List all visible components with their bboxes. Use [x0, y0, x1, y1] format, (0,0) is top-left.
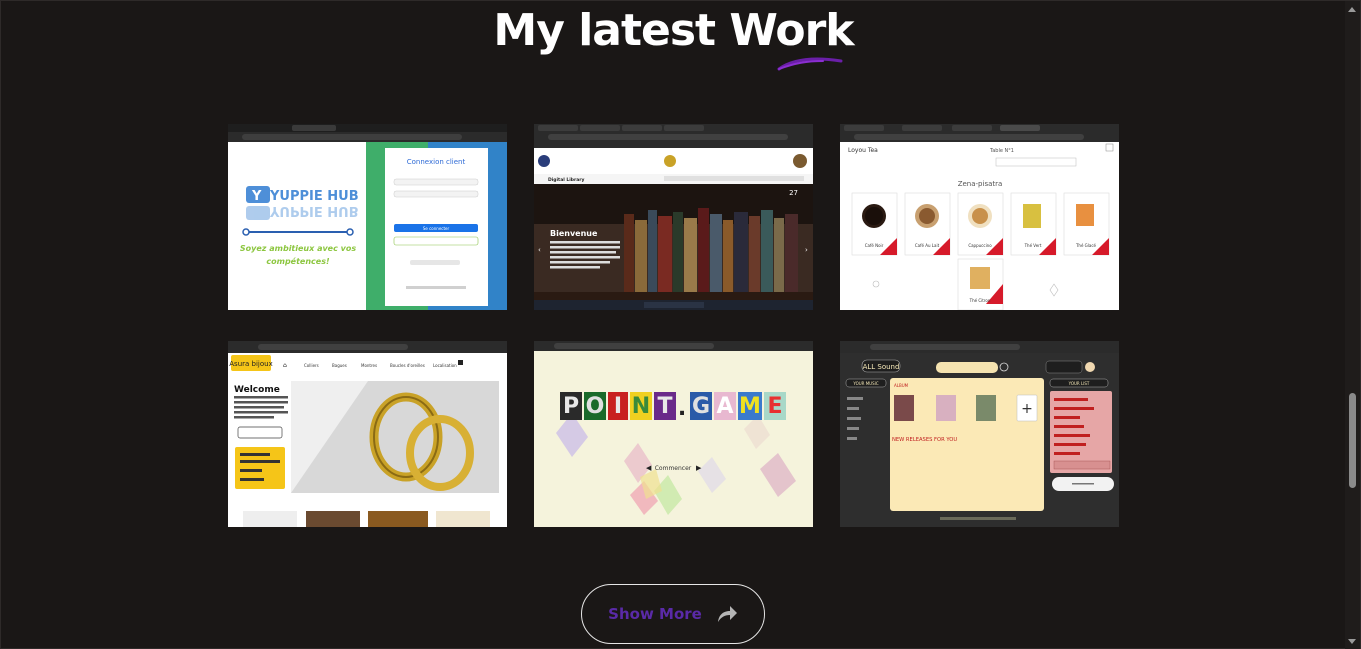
svg-text:Thé Vert: Thé Vert: [1024, 243, 1042, 248]
svg-text:⌂: ⌂: [283, 362, 287, 369]
svg-text:N: N: [632, 394, 650, 419]
yuppie-hub-screenshot: Connexion client Se connecter Y YUPPIE H…: [228, 124, 507, 310]
svg-text:Montres: Montres: [361, 363, 377, 368]
svg-text:Thé Glacé: Thé Glacé: [1075, 243, 1097, 248]
project-card-digital-library[interactable]: Digital Library Bienvenue 27 ‹ ›: [534, 124, 813, 310]
section-title: My latest Work: [493, 5, 854, 56]
svg-text:A: A: [716, 394, 733, 419]
svg-text:I: I: [614, 394, 622, 419]
svg-text:Localisation: Localisation: [433, 363, 457, 368]
show-more-label: Show More: [608, 605, 702, 623]
portfolio-page: My latest Work Connexion client Se conne…: [0, 0, 1361, 649]
svg-text:Colliers: Colliers: [304, 363, 319, 368]
svg-text:Bagues: Bagues: [332, 363, 347, 368]
point-game-logo: P O I N T . G A M E: [560, 392, 786, 421]
svg-text:Café Noir: Café Noir: [865, 243, 884, 248]
scroll-down-arrow-icon[interactable]: [1348, 639, 1356, 644]
svg-text:Loyou Tea: Loyou Tea: [848, 147, 878, 154]
svg-text:YUPPIE HUB: YUPPIE HUB: [269, 203, 359, 218]
all-sound-brand: ALL Sound: [863, 363, 900, 371]
digital-library-screenshot: Digital Library Bienvenue 27 ‹ ›: [534, 124, 813, 310]
svg-text:ALBUM: ALBUM: [894, 383, 909, 388]
svg-text:Thé Citron: Thé Citron: [969, 298, 991, 303]
svg-text:Cappuccino: Cappuccino: [968, 243, 992, 248]
point-game-start: Commencer: [655, 465, 692, 472]
project-card-all-sound[interactable]: ALL Sound YOUR MUSIC ALBUM + NEW RELEASE…: [840, 341, 1119, 527]
title-underline-decoration: [777, 57, 843, 71]
digital-library-hero-title: Bienvenue: [550, 229, 598, 238]
svg-text:›: ›: [805, 246, 808, 254]
asura-heading: Welcome: [234, 385, 280, 395]
svg-text:Table N°1: Table N°1: [989, 148, 1014, 154]
all-sound-banner: NEW RELEASES FOR YOU: [892, 437, 957, 443]
zena-pisatra-brand: Zena-pisatra: [958, 180, 1003, 188]
svg-text:+: +: [1021, 401, 1033, 417]
svg-text:‹: ‹: [538, 246, 541, 254]
show-more-button[interactable]: Show More: [581, 584, 765, 644]
svg-text:P: P: [563, 394, 579, 419]
zena-pisatra-screenshot: Loyou Tea Table N°1 Zena-pisatra Café No…: [840, 124, 1119, 310]
digital-library-counter: 27: [789, 189, 798, 197]
svg-text:Soyez ambitieux avec vos: Soyez ambitieux avec vos: [240, 244, 356, 253]
svg-text:Boucles d'oreilles: Boucles d'oreilles: [390, 363, 425, 368]
all-sound-right-tab: YOUR LIST: [1068, 381, 1090, 386]
svg-text:Y: Y: [251, 189, 262, 204]
svg-text:O: O: [586, 394, 605, 419]
yuppie-login-button: Se connecter: [423, 226, 450, 231]
scroll-up-arrow-icon[interactable]: [1348, 7, 1356, 12]
asura-bijoux-screenshot: Asura bijoux ⌂ Colliers Bagues Montres B…: [228, 341, 507, 527]
svg-text:.: .: [678, 396, 686, 421]
project-card-zena-pisatra[interactable]: Loyou Tea Table N°1 Zena-pisatra Café No…: [840, 124, 1119, 310]
digital-library-brand: Digital Library: [548, 177, 584, 183]
all-sound-left-tab: YOUR MUSIC: [852, 381, 878, 386]
svg-text:◀: ◀: [646, 464, 652, 472]
svg-text:E: E: [767, 394, 782, 419]
yuppie-logo-text: YUPPIE HUB: [269, 189, 359, 204]
svg-text:G: G: [692, 394, 710, 419]
all-sound-screenshot: ALL Sound YOUR MUSIC ALBUM + NEW RELEASE…: [840, 341, 1119, 527]
share-arrow-icon: [717, 606, 737, 622]
scrollbar-thumb[interactable]: [1349, 393, 1356, 488]
point-game-screenshot: P O I N T . G A M E ◀ Commencer ▶: [534, 341, 813, 527]
svg-text:compétences!: compétences!: [266, 256, 330, 266]
svg-text:▶: ▶: [696, 464, 702, 472]
project-card-yuppie-hub[interactable]: Connexion client Se connecter Y YUPPIE H…: [228, 124, 507, 310]
vertical-scrollbar[interactable]: [1345, 1, 1360, 649]
project-card-point-game[interactable]: P O I N T . G A M E ◀ Commencer ▶: [534, 341, 813, 527]
project-card-asura-bijoux[interactable]: Asura bijoux ⌂ Colliers Bagues Montres B…: [228, 341, 507, 527]
yuppie-login-title: Connexion client: [407, 158, 466, 166]
svg-text:M: M: [739, 394, 761, 419]
asura-brand: Asura bijoux: [229, 360, 272, 368]
svg-text:T: T: [657, 394, 672, 419]
svg-text:Café Au Lait: Café Au Lait: [915, 243, 940, 248]
